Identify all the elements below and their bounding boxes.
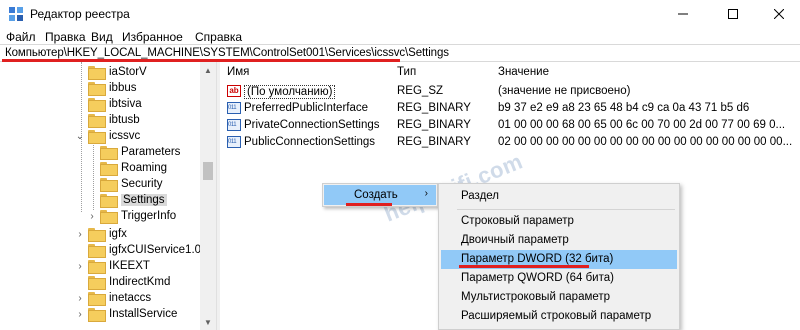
tree-item[interactable]: › InstallService — [74, 306, 177, 322]
folder-icon — [100, 178, 118, 192]
chevron-right-icon[interactable]: › — [74, 260, 86, 272]
tree-item[interactable]: Security — [100, 176, 163, 192]
folder-icon — [100, 194, 118, 208]
value-row[interactable]: PrivateConnectionSettings REG_BINARY 01 … — [220, 117, 800, 134]
folder-icon — [88, 292, 106, 306]
scrollbar-thumb[interactable] — [203, 162, 213, 180]
scroll-up-icon[interactable]: ▲ — [200, 62, 216, 78]
submenu-item-qword[interactable]: Параметр QWORD (64 бита) — [441, 269, 677, 288]
folder-icon — [88, 260, 106, 274]
menu-item-create[interactable]: Создать › — [324, 185, 436, 205]
folder-icon — [88, 308, 106, 322]
menu-favorites[interactable]: Избранное — [122, 30, 183, 44]
folder-icon — [88, 82, 106, 96]
menu-file[interactable]: Файл — [6, 30, 36, 44]
folder-icon — [88, 276, 106, 290]
submenu-item-multistring[interactable]: Мультистроковый параметр — [441, 288, 677, 307]
close-button[interactable] — [756, 0, 800, 28]
column-name[interactable]: Имя — [227, 66, 249, 78]
column-value[interactable]: Значение — [498, 66, 549, 78]
chevron-right-icon: › — [424, 188, 428, 199]
chevron-right-icon[interactable]: › — [74, 292, 86, 304]
tree-item[interactable]: › igfx — [74, 226, 127, 242]
menu-separator — [457, 209, 675, 210]
maximize-button[interactable] — [710, 0, 756, 28]
minimize-icon — [678, 13, 688, 15]
value-row[interactable]: ab (По умолчанию) REG_SZ (значение не пр… — [220, 83, 800, 100]
folder-icon — [88, 244, 106, 258]
tree-item-settings[interactable]: Settings — [100, 192, 167, 208]
registry-editor-icon — [9, 7, 23, 21]
binary-value-icon — [227, 102, 241, 114]
folder-open-icon — [88, 130, 106, 144]
tree-item-icssvc[interactable]: ⌄ icssvc — [74, 128, 140, 144]
tree-item[interactable]: ibbus — [74, 80, 137, 96]
menu-edit[interactable]: Правка — [45, 30, 86, 44]
menu-help[interactable]: Справка — [195, 30, 242, 44]
binary-value-icon — [227, 136, 241, 148]
create-underline — [346, 203, 392, 206]
tree-item[interactable]: IndirectKmd — [74, 274, 170, 290]
tree-item[interactable]: iaStorV — [74, 64, 147, 80]
address-path[interactable]: Компьютер\HKEY_LOCAL_MACHINE\SYSTEM\Cont… — [5, 47, 449, 59]
title-bar: Редактор реестра — [0, 0, 800, 28]
submenu-item-string[interactable]: Строковый параметр — [441, 212, 677, 231]
chevron-right-icon[interactable]: › — [86, 210, 98, 222]
column-type[interactable]: Тип — [397, 66, 416, 78]
tree-item[interactable]: ibtusb — [74, 112, 140, 128]
tree-item[interactable]: › inetaccs — [74, 290, 151, 306]
folder-icon — [88, 66, 106, 80]
tree-item[interactable]: › IKEEXT — [74, 258, 150, 274]
chevron-down-icon[interactable]: ⌄ — [74, 130, 86, 142]
submenu-item-binary[interactable]: Двоичный параметр — [441, 231, 677, 250]
registry-tree: iaStorV ibbus ibtsiva ibtusb ⌄ icssvc Pa… — [0, 62, 216, 330]
maximize-icon — [728, 9, 738, 19]
string-value-icon: ab — [227, 85, 241, 97]
folder-icon — [100, 162, 118, 176]
dword-underline — [459, 265, 589, 268]
chevron-right-icon[interactable]: › — [74, 228, 86, 240]
folder-icon — [88, 98, 106, 112]
folder-icon — [100, 210, 118, 224]
tree-scrollbar[interactable]: ▲ ▼ — [200, 62, 216, 330]
tree-item[interactable]: Parameters — [100, 144, 180, 160]
close-icon — [774, 9, 784, 19]
value-row[interactable]: PreferredPublicInterface REG_BINARY b9 3… — [220, 100, 800, 117]
scroll-down-icon[interactable]: ▼ — [200, 314, 216, 330]
tree-item[interactable]: ibtsiva — [74, 96, 142, 112]
folder-icon — [100, 146, 118, 160]
window-title: Редактор реестра — [30, 7, 130, 21]
chevron-right-icon[interactable]: › — [74, 308, 86, 320]
minimize-button[interactable] — [660, 0, 706, 28]
binary-value-icon — [227, 119, 241, 131]
tree-item[interactable]: igfxCUIService1.0.0.0 — [74, 242, 216, 258]
menu-view[interactable]: Вид — [91, 30, 113, 44]
tree-item[interactable]: Roaming — [100, 160, 167, 176]
submenu-item-expandable-string[interactable]: Расширяемый строковый параметр — [441, 307, 677, 326]
folder-icon — [88, 114, 106, 128]
create-submenu: Раздел Строковый параметр Двоичный парам… — [438, 183, 680, 330]
folder-icon — [88, 228, 106, 242]
submenu-item-key[interactable]: Раздел — [441, 187, 677, 206]
tree-item[interactable]: › TriggerInfo — [86, 208, 176, 224]
value-row[interactable]: PublicConnectionSettings REG_BINARY 02 0… — [220, 134, 800, 151]
